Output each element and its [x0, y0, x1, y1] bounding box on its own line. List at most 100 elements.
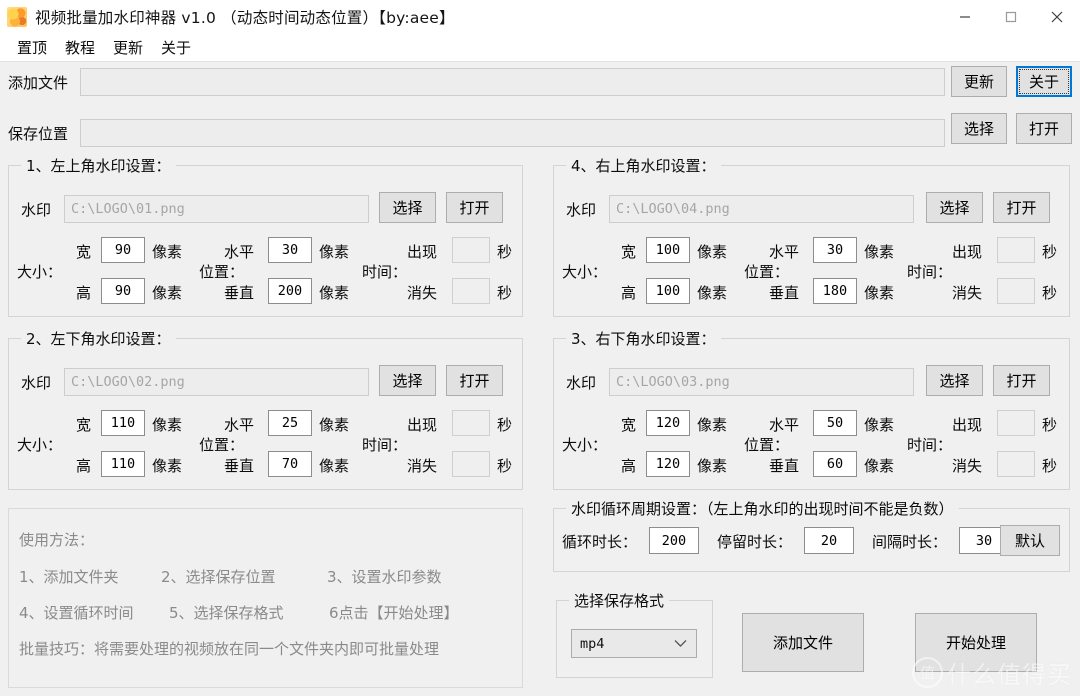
- menu-item-update[interactable]: 更新: [104, 35, 152, 60]
- choose-location-button[interactable]: 选择: [951, 113, 1007, 144]
- width-input[interactable]: 90: [101, 237, 145, 263]
- menu-bar: 置顶 教程 更新 关于: [0, 34, 1080, 62]
- height-input[interactable]: 100: [646, 278, 690, 304]
- disappear-label: 消失: [952, 457, 983, 475]
- app-icon: [7, 7, 27, 27]
- disappear-input[interactable]: [452, 451, 490, 477]
- watermark-path-input[interactable]: C:\LOGO\03.png: [609, 368, 914, 396]
- time-label: 时间：: [907, 436, 953, 454]
- disappear-label: 消失: [407, 284, 438, 302]
- horizontal-input[interactable]: 50: [813, 410, 857, 436]
- watermark-path-label: 水印: [21, 201, 52, 219]
- title-bar: 视频批量加水印神器 v1.0 （动态时间动态位置）【by:aee】: [0, 0, 1080, 34]
- watermark-path-input[interactable]: C:\LOGO\02.png: [64, 368, 369, 396]
- appear-label: 出现: [407, 243, 438, 261]
- instructions-tip: 批量技巧：将需要处理的视频放在同一个文件夹内即可批量处理: [19, 640, 440, 658]
- format-panel: 选择保存格式 mp4: [556, 590, 713, 678]
- horizontal-label: 水平: [224, 416, 255, 434]
- width-input[interactable]: 100: [646, 237, 690, 263]
- vertical-input[interactable]: 180: [813, 278, 857, 304]
- appear-input[interactable]: [452, 237, 490, 263]
- start-processing-button[interactable]: 开始处理: [915, 613, 1037, 672]
- maximize-button[interactable]: [988, 0, 1034, 34]
- appear-input[interactable]: [997, 410, 1035, 436]
- open-location-button[interactable]: 打开: [1016, 113, 1072, 144]
- group-legend: 1、左上角水印设置：: [21, 155, 176, 176]
- open-watermark-button[interactable]: 打开: [993, 365, 1050, 396]
- position-label: 位置：: [744, 263, 790, 281]
- vertical-input[interactable]: 70: [268, 451, 312, 477]
- vertical-input[interactable]: 200: [268, 278, 312, 304]
- appear-label: 出现: [407, 416, 438, 434]
- open-watermark-button[interactable]: 打开: [446, 365, 503, 396]
- appear-input[interactable]: [997, 237, 1035, 263]
- horizontal-input[interactable]: 25: [268, 410, 312, 436]
- menu-item-pin[interactable]: 置顶: [8, 35, 56, 60]
- position-label: 位置：: [199, 263, 245, 281]
- horizontal-label: 水平: [224, 243, 255, 261]
- disappear-label: 消失: [952, 284, 983, 302]
- vertical-label: 垂直: [769, 457, 800, 475]
- window-title: 视频批量加水印神器 v1.0 （动态时间动态位置）【by:aee】: [35, 9, 455, 27]
- open-watermark-button[interactable]: 打开: [993, 192, 1050, 223]
- height-input[interactable]: 120: [646, 451, 690, 477]
- appear-label: 出现: [952, 243, 983, 261]
- time-label: 时间：: [362, 263, 408, 281]
- format-selected-value: mp4: [580, 635, 605, 652]
- loop-cycle-legend: 水印循环周期设置：（左上角水印的出现时间不能是负数）: [566, 498, 959, 519]
- appear-unit: 秒: [497, 243, 513, 261]
- vertical-input[interactable]: 60: [813, 451, 857, 477]
- choose-watermark-button[interactable]: 选择: [379, 365, 436, 396]
- horizontal-input[interactable]: 30: [813, 237, 857, 263]
- width-unit: 像素: [152, 416, 183, 434]
- horizontal-label: 水平: [769, 416, 800, 434]
- menu-item-about[interactable]: 关于: [152, 35, 200, 60]
- update-button[interactable]: 更新: [951, 66, 1007, 97]
- stay-duration-input[interactable]: 20: [804, 527, 854, 554]
- instructions-title: 使用方法：: [19, 531, 95, 549]
- disappear-label: 消失: [407, 457, 438, 475]
- instructions-step-4: 4、设置循环时间: [19, 604, 134, 622]
- appear-unit: 秒: [1042, 416, 1058, 434]
- watermark-path-input[interactable]: C:\LOGO\01.png: [64, 195, 369, 223]
- appear-unit: 秒: [1042, 243, 1058, 261]
- choose-watermark-button[interactable]: 选择: [926, 365, 983, 396]
- choose-watermark-button[interactable]: 选择: [379, 192, 436, 223]
- time-label: 时间：: [362, 436, 408, 454]
- about-button[interactable]: 关于: [1016, 66, 1072, 97]
- default-button[interactable]: 默认: [1000, 525, 1060, 556]
- format-select[interactable]: mp4: [571, 629, 697, 658]
- width-input[interactable]: 120: [646, 410, 690, 436]
- choose-watermark-button[interactable]: 选择: [926, 192, 983, 223]
- horizontal-input[interactable]: 30: [268, 237, 312, 263]
- appear-input[interactable]: [452, 410, 490, 436]
- watermark-path-input[interactable]: C:\LOGO\04.png: [609, 195, 914, 223]
- close-button[interactable]: [1034, 0, 1080, 34]
- stay-duration-label: 停留时长：: [717, 533, 793, 551]
- disappear-input[interactable]: [452, 278, 490, 304]
- height-input[interactable]: 90: [101, 278, 145, 304]
- width-input[interactable]: 110: [101, 410, 145, 436]
- vertical-label: 垂直: [769, 284, 800, 302]
- height-label: 高: [621, 457, 637, 475]
- add-file-action-button[interactable]: 添加文件: [742, 613, 864, 672]
- size-label: 大小：: [17, 436, 63, 454]
- save-location-input[interactable]: [80, 119, 945, 147]
- width-label: 宽: [621, 243, 637, 261]
- height-label: 高: [621, 284, 637, 302]
- disappear-input[interactable]: [997, 451, 1035, 477]
- maximize-icon: [1005, 11, 1017, 23]
- interval-duration-label: 间隔时长：: [872, 533, 948, 551]
- instructions-step-3: 3、设置水印参数: [327, 568, 442, 586]
- add-file-input[interactable]: [80, 68, 945, 96]
- height-unit: 像素: [152, 457, 183, 475]
- save-location-label: 保存位置: [8, 125, 69, 143]
- minimize-button[interactable]: [942, 0, 988, 34]
- cycle-duration-input[interactable]: 200: [649, 527, 699, 554]
- instructions-panel: 使用方法： 1、添加文件夹 2、选择保存位置 3、设置水印参数 4、设置循环时间…: [8, 508, 523, 688]
- menu-item-tutorial[interactable]: 教程: [56, 35, 104, 60]
- height-input[interactable]: 110: [101, 451, 145, 477]
- open-watermark-button[interactable]: 打开: [446, 192, 503, 223]
- watermark-path-label: 水印: [566, 201, 597, 219]
- disappear-input[interactable]: [997, 278, 1035, 304]
